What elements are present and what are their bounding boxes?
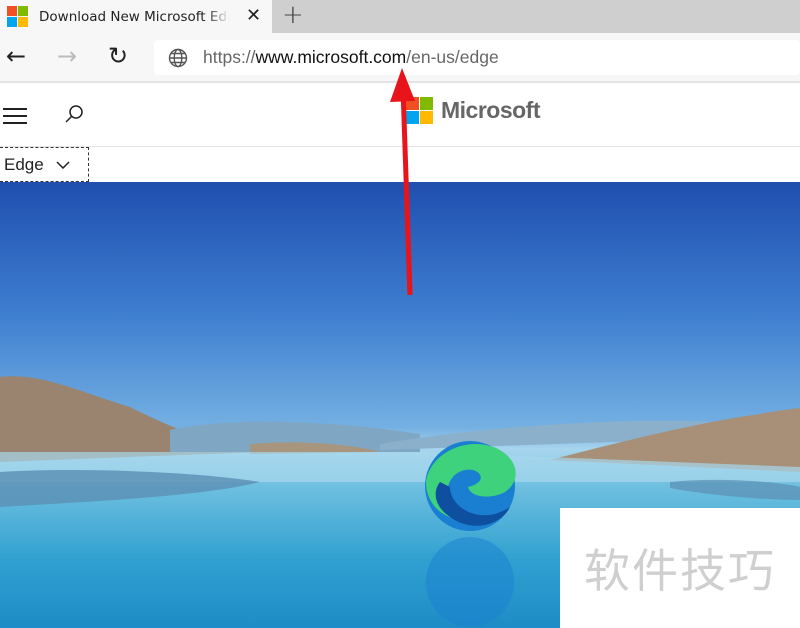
tab-title: Download New Microsoft Edge Browser — [39, 8, 229, 25]
edge-menu-dropdown[interactable]: Edge — [0, 147, 89, 182]
refresh-icon[interactable]: ↻ — [108, 42, 128, 70]
chevron-down-icon — [56, 160, 70, 169]
microsoft-logo[interactable]: Microsoft — [406, 97, 541, 124]
globe-icon — [168, 48, 188, 67]
arrow-right-icon[interactable]: → — [57, 42, 77, 70]
edge-logo-icon — [425, 441, 516, 627]
close-icon[interactable]: ✕ — [246, 5, 261, 26]
microsoft-favicon-icon — [7, 6, 28, 27]
tab-strip: Download New Microsoft Edge Browser ✕ + — [0, 0, 800, 33]
address-bar[interactable]: https://www.microsoft.com/en-us/edge — [154, 40, 800, 75]
hamburger-icon[interactable] — [3, 108, 27, 129]
brand-name: Microsoft — [441, 97, 541, 123]
url-text: https://www.microsoft.com/en-us/edge — [203, 47, 499, 67]
tab-active[interactable]: Download New Microsoft Edge Browser ✕ — [0, 0, 272, 33]
edge-menu-label: Edge — [4, 154, 44, 174]
watermark: 软件技巧 — [560, 508, 800, 628]
annotation-arrow-icon — [390, 68, 415, 296]
search-icon[interactable] — [63, 103, 85, 125]
plus-icon[interactable]: + — [282, 0, 304, 30]
arrow-left-icon[interactable]: ← — [6, 42, 26, 70]
